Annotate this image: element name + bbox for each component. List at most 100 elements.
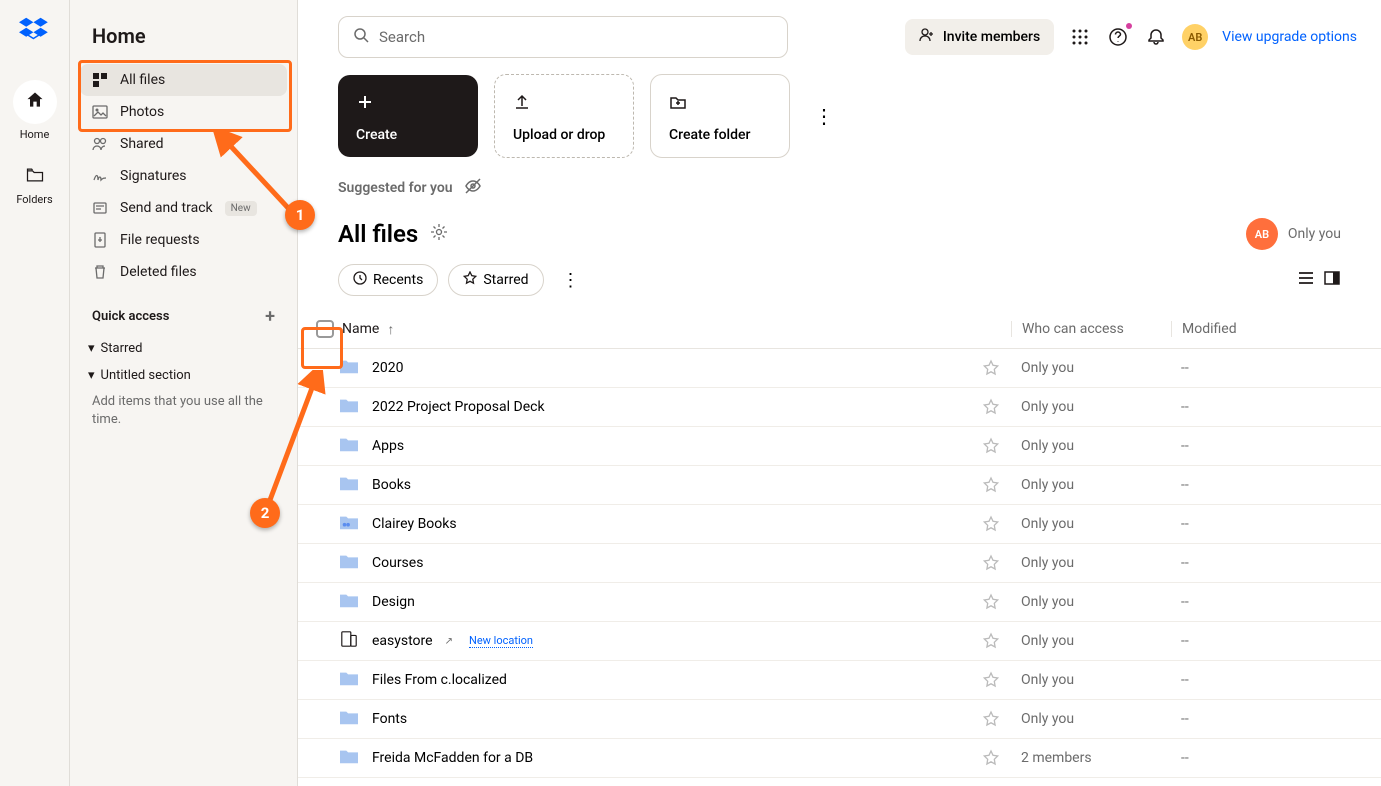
add-quick-access-icon[interactable]: + [265, 306, 275, 327]
file-row[interactable]: easystore↗ New location Only you -- [298, 622, 1381, 661]
filter-more-icon[interactable]: ⋮ [554, 270, 588, 291]
nav-signatures[interactable]: Signatures [80, 160, 287, 192]
untitled-section[interactable]: ▾ Untitled section [80, 362, 287, 389]
star-button[interactable] [971, 632, 1011, 650]
rail-home-label: Home [20, 128, 50, 141]
more-actions-icon[interactable]: ⋮ [806, 104, 842, 128]
notifications-icon[interactable] [1144, 25, 1168, 49]
apps-grid-icon[interactable] [1068, 25, 1092, 49]
external-icon: ↗ [445, 636, 453, 647]
modified-value: -- [1171, 516, 1341, 532]
access-value: Only you [1011, 711, 1171, 727]
main-content: Search Invite members AB View upgrade op… [298, 0, 1381, 786]
modified-value: -- [1171, 750, 1341, 766]
plus-icon [356, 93, 460, 115]
nav-shared[interactable]: Shared [80, 128, 287, 160]
search-input[interactable]: Search [338, 16, 788, 58]
search-placeholder: Search [379, 28, 425, 46]
file-row[interactable]: 2020 Only you -- [298, 349, 1381, 388]
file-row[interactable]: Apps Only you -- [298, 427, 1381, 466]
file-name: Freida McFadden for a DB [372, 750, 533, 766]
file-row[interactable]: Clairey Books Only you -- [298, 505, 1381, 544]
table-header: Name ↑ Who can access Modified [298, 310, 1381, 349]
folder-icon [338, 435, 360, 457]
upload-button[interactable]: Upload or drop [494, 74, 634, 158]
hide-icon[interactable] [463, 176, 483, 200]
suggested-row: Suggested for you [298, 158, 1381, 218]
star-button[interactable] [971, 749, 1011, 767]
file-row[interactable]: Fonts Only you -- [298, 700, 1381, 739]
search-icon [353, 27, 369, 47]
select-all-checkbox[interactable] [316, 320, 334, 338]
annotation-number-2: 2 [250, 498, 280, 528]
list-view-icon[interactable] [1297, 269, 1315, 291]
filter-row: Recents Starred ⋮ [298, 250, 1381, 310]
untitled-label: Untitled section [101, 368, 191, 383]
settings-icon[interactable] [430, 223, 448, 245]
home-icon [25, 90, 45, 114]
name-col[interactable]: Name [342, 321, 379, 337]
folder-icon [338, 396, 360, 418]
user-avatar[interactable]: AB [1182, 24, 1208, 50]
modified-value: -- [1171, 711, 1341, 727]
sort-asc-icon[interactable]: ↑ [387, 321, 394, 338]
file-requests-icon [92, 232, 108, 248]
help-icon[interactable] [1106, 25, 1130, 49]
file-row[interactable]: Books Only you -- [298, 466, 1381, 505]
folder-icon [338, 708, 360, 730]
file-row[interactable]: Courses Only you -- [298, 544, 1381, 583]
create-folder-button[interactable]: Create folder [650, 74, 790, 158]
upgrade-link[interactable]: View upgrade options [1222, 29, 1357, 45]
invite-members-button[interactable]: Invite members [905, 19, 1054, 55]
star-button[interactable] [971, 593, 1011, 611]
modified-col[interactable]: Modified [1171, 321, 1341, 337]
star-button[interactable] [971, 671, 1011, 689]
star-button[interactable] [971, 554, 1011, 572]
modified-value: -- [1171, 438, 1341, 454]
rail-folders[interactable]: Folders [10, 157, 60, 214]
file-row[interactable]: 2022 Project Proposal Deck Only you -- [298, 388, 1381, 427]
file-list: 2020 Only you -- 2022 Project Proposal D… [298, 349, 1381, 786]
star-button[interactable] [971, 398, 1011, 416]
folder-icon [338, 591, 360, 613]
folder-label: Create folder [669, 127, 771, 143]
signatures-icon [92, 168, 108, 184]
nav-all-files[interactable]: All files [80, 64, 287, 96]
sidebar-title: Home [80, 16, 287, 64]
shared-icon [92, 136, 108, 152]
access-value: Only you [1011, 594, 1171, 610]
nav-file-requests[interactable]: File requests [80, 224, 287, 256]
star-button[interactable] [971, 515, 1011, 533]
sidebar: Home All files Photos Shared Signatures … [70, 0, 298, 786]
quick-access-title: Quick access [92, 309, 169, 324]
folder-plus-icon [669, 93, 771, 115]
folder-icon [338, 552, 360, 574]
file-row[interactable]: Freida McFadden for a DB 2 members -- [298, 739, 1381, 778]
file-name: Fonts [372, 711, 407, 727]
rail-home[interactable]: Home [10, 72, 60, 149]
nav-deleted[interactable]: Deleted files [80, 256, 287, 288]
star-button[interactable] [971, 710, 1011, 728]
starred-chip[interactable]: Starred [448, 264, 543, 296]
file-row[interactable]: Files From c.localized Only you -- [298, 661, 1381, 700]
recents-chip[interactable]: Recents [338, 264, 438, 296]
star-button[interactable] [971, 476, 1011, 494]
page-avatar[interactable]: AB [1246, 218, 1278, 250]
file-name: Apps [372, 438, 404, 454]
page-title: All files [338, 220, 418, 248]
access-col[interactable]: Who can access [1011, 321, 1171, 337]
panel-view-icon[interactable] [1323, 269, 1341, 291]
modified-value: -- [1171, 594, 1341, 610]
star-button[interactable] [971, 359, 1011, 377]
file-name: easystore [372, 633, 433, 649]
upload-label: Upload or drop [513, 127, 615, 143]
star-button[interactable] [971, 437, 1011, 455]
page-title-row: All files AB Only you [298, 218, 1381, 250]
starred-section[interactable]: ▾ Starred [80, 335, 287, 362]
nav-photos[interactable]: Photos [80, 96, 287, 128]
create-button[interactable]: Create [338, 75, 478, 157]
file-row[interactable]: Design Only you -- [298, 583, 1381, 622]
nav-send-track[interactable]: Send and track New [80, 192, 287, 224]
dropbox-logo-icon[interactable] [19, 16, 51, 48]
file-name: 2020 [372, 360, 403, 376]
